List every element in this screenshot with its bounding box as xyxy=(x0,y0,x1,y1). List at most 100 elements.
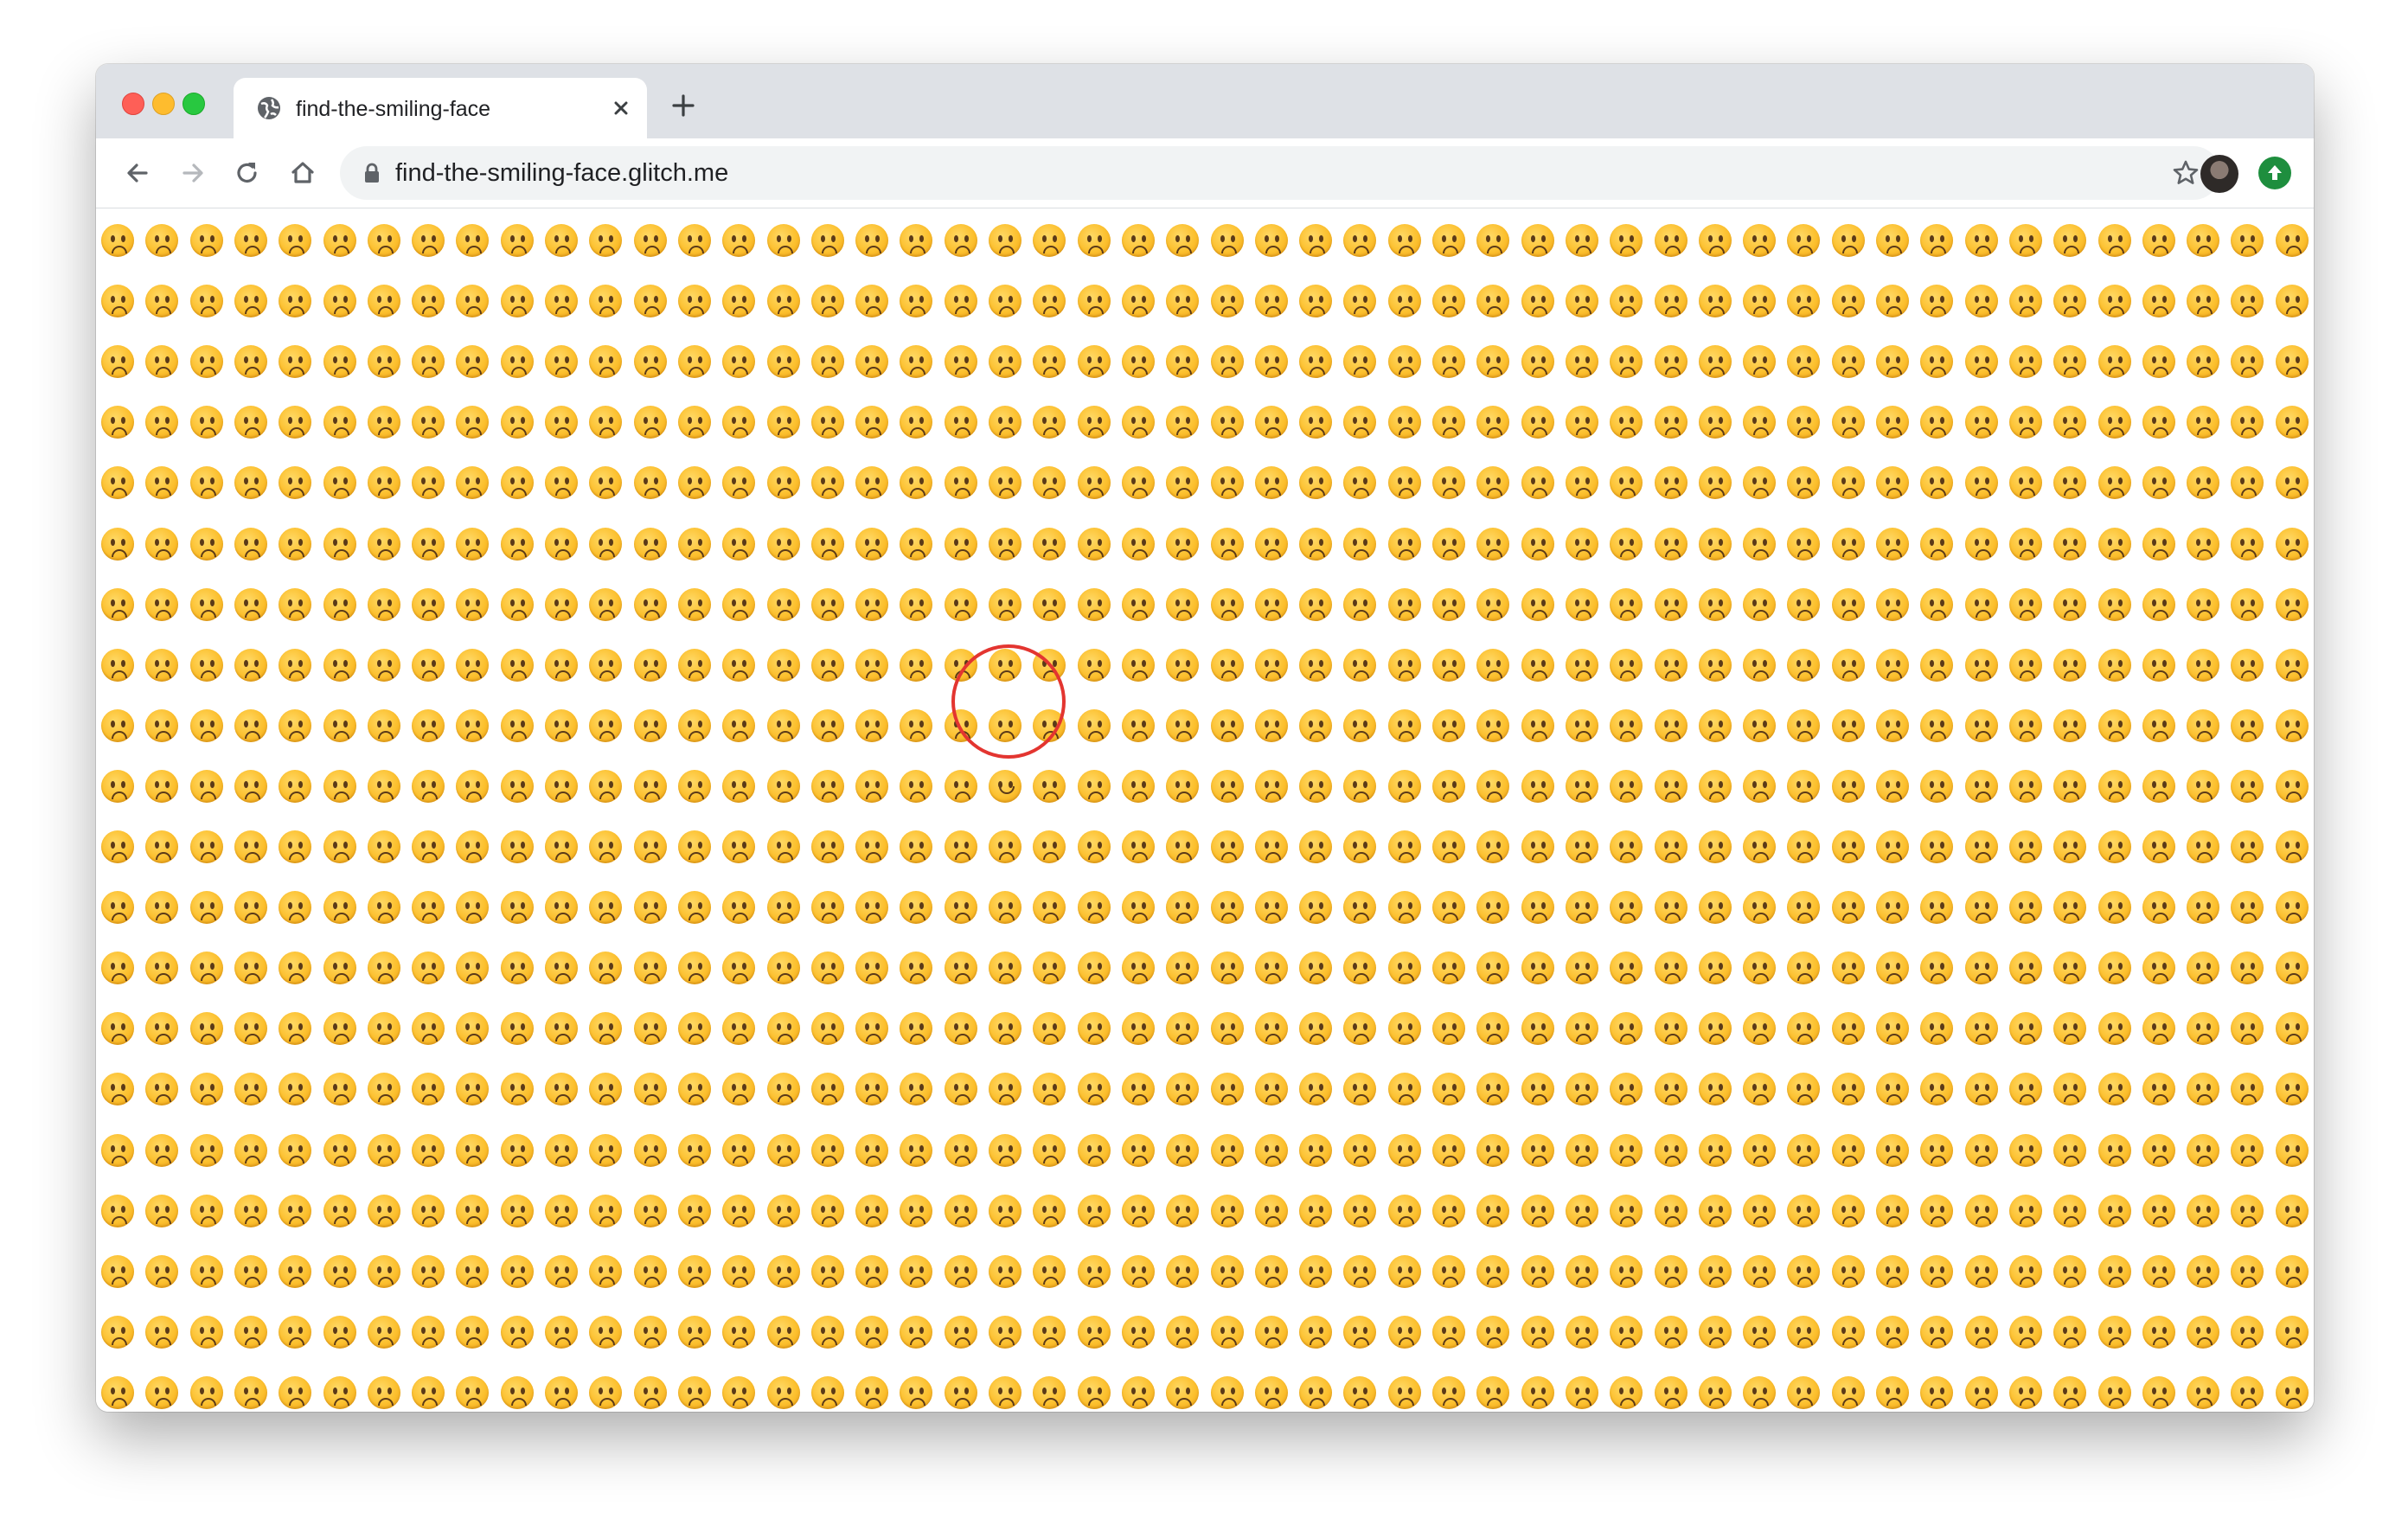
frowning-face-emoji[interactable] xyxy=(412,587,445,621)
frowning-face-emoji[interactable] xyxy=(2187,708,2220,742)
frowning-face-emoji[interactable] xyxy=(1698,406,1732,439)
frowning-face-emoji[interactable] xyxy=(1121,708,1155,742)
frowning-face-emoji[interactable] xyxy=(944,1012,977,1046)
frowning-face-emoji[interactable] xyxy=(367,1133,400,1167)
frowning-face-emoji[interactable] xyxy=(101,406,134,439)
frowning-face-emoji[interactable] xyxy=(1387,830,1421,863)
frowning-face-emoji[interactable] xyxy=(1610,527,1643,561)
frowning-face-emoji[interactable] xyxy=(1964,769,1998,803)
frowning-face-emoji[interactable] xyxy=(2275,527,2309,561)
frowning-face-emoji[interactable] xyxy=(1698,1133,1732,1167)
frowning-face-emoji[interactable] xyxy=(2275,830,2309,863)
frowning-face-emoji[interactable] xyxy=(1387,891,1421,925)
frowning-face-emoji[interactable] xyxy=(1166,224,1200,257)
frowning-face-emoji[interactable] xyxy=(1876,769,1909,803)
frowning-face-emoji[interactable] xyxy=(1299,1194,1333,1227)
frowning-face-emoji[interactable] xyxy=(810,587,844,621)
frowning-face-emoji[interactable] xyxy=(1610,1194,1643,1227)
frowning-face-emoji[interactable] xyxy=(1743,224,1777,257)
frowning-face-emoji[interactable] xyxy=(810,224,844,257)
frowning-face-emoji[interactable] xyxy=(1077,708,1111,742)
frowning-face-emoji[interactable] xyxy=(810,345,844,379)
frowning-face-emoji[interactable] xyxy=(1876,224,1909,257)
frowning-face-emoji[interactable] xyxy=(234,1073,267,1106)
frowning-face-emoji[interactable] xyxy=(1654,587,1688,621)
frowning-face-emoji[interactable] xyxy=(855,769,889,803)
frowning-face-emoji[interactable] xyxy=(189,1073,223,1106)
frowning-face-emoji[interactable] xyxy=(189,285,223,318)
frowning-face-emoji[interactable] xyxy=(1432,891,1465,925)
frowning-face-emoji[interactable] xyxy=(1166,769,1200,803)
frowning-face-emoji[interactable] xyxy=(2187,587,2220,621)
frowning-face-emoji[interactable] xyxy=(1787,224,1821,257)
frowning-face-emoji[interactable] xyxy=(367,769,400,803)
frowning-face-emoji[interactable] xyxy=(633,1375,667,1409)
frowning-face-emoji[interactable] xyxy=(2053,406,2087,439)
frowning-face-emoji[interactable] xyxy=(2275,345,2309,379)
frowning-face-emoji[interactable] xyxy=(2187,1073,2220,1106)
frowning-face-emoji[interactable] xyxy=(989,1375,1021,1409)
frowning-face-emoji[interactable] xyxy=(2053,1012,2087,1046)
frowning-face-emoji[interactable] xyxy=(2053,224,2087,257)
frowning-face-emoji[interactable] xyxy=(1565,1194,1598,1227)
frowning-face-emoji[interactable] xyxy=(677,952,711,985)
frowning-face-emoji[interactable] xyxy=(2053,1133,2087,1167)
frowning-face-emoji[interactable] xyxy=(1787,466,1821,500)
frowning-face-emoji[interactable] xyxy=(1565,587,1598,621)
frowning-face-emoji[interactable] xyxy=(1432,648,1465,682)
frowning-face-emoji[interactable] xyxy=(367,1194,400,1227)
frowning-face-emoji[interactable] xyxy=(1387,769,1421,803)
frowning-face-emoji[interactable] xyxy=(412,708,445,742)
frowning-face-emoji[interactable] xyxy=(1210,285,1244,318)
frowning-face-emoji[interactable] xyxy=(1166,466,1200,500)
frowning-face-emoji[interactable] xyxy=(766,1315,800,1349)
frowning-face-emoji[interactable] xyxy=(1698,224,1732,257)
frowning-face-emoji[interactable] xyxy=(2275,1194,2309,1227)
frowning-face-emoji[interactable] xyxy=(1033,1375,1066,1409)
frowning-face-emoji[interactable] xyxy=(1787,1254,1821,1288)
frowning-face-emoji[interactable] xyxy=(1610,1254,1643,1288)
frowning-face-emoji[interactable] xyxy=(2275,1375,2309,1409)
frowning-face-emoji[interactable] xyxy=(2187,466,2220,500)
frowning-face-emoji[interactable] xyxy=(900,708,933,742)
frowning-face-emoji[interactable] xyxy=(1121,1254,1155,1288)
frowning-face-emoji[interactable] xyxy=(2231,891,2264,925)
frowning-face-emoji[interactable] xyxy=(1787,285,1821,318)
frowning-face-emoji[interactable] xyxy=(766,1254,800,1288)
frowning-face-emoji[interactable] xyxy=(279,769,312,803)
frowning-face-emoji[interactable] xyxy=(722,1375,756,1409)
frowning-face-emoji[interactable] xyxy=(101,708,134,742)
frowning-face-emoji[interactable] xyxy=(2008,708,2042,742)
frowning-face-emoji[interactable] xyxy=(810,1194,844,1227)
frowning-face-emoji[interactable] xyxy=(1299,466,1333,500)
frowning-face-emoji[interactable] xyxy=(456,1012,490,1046)
frowning-face-emoji[interactable] xyxy=(2008,587,2042,621)
frowning-face-emoji[interactable] xyxy=(1964,1073,1998,1106)
frowning-face-emoji[interactable] xyxy=(1343,1133,1377,1167)
frowning-face-emoji[interactable] xyxy=(367,587,400,621)
frowning-face-emoji[interactable] xyxy=(1610,466,1643,500)
frowning-face-emoji[interactable] xyxy=(1210,769,1244,803)
frowning-face-emoji[interactable] xyxy=(766,285,800,318)
frowning-face-emoji[interactable] xyxy=(500,952,534,985)
frowning-face-emoji[interactable] xyxy=(1343,527,1377,561)
frowning-face-emoji[interactable] xyxy=(234,769,267,803)
frowning-face-emoji[interactable] xyxy=(855,708,889,742)
frowning-face-emoji[interactable] xyxy=(989,952,1021,985)
frowning-face-emoji[interactable] xyxy=(1876,406,1909,439)
frowning-face-emoji[interactable] xyxy=(323,1315,356,1349)
frowning-face-emoji[interactable] xyxy=(1521,952,1554,985)
frowning-face-emoji[interactable] xyxy=(589,406,623,439)
frowning-face-emoji[interactable] xyxy=(2187,345,2220,379)
frowning-face-emoji[interactable] xyxy=(1210,406,1244,439)
frowning-face-emoji[interactable] xyxy=(1033,1012,1066,1046)
frowning-face-emoji[interactable] xyxy=(1033,891,1066,925)
frowning-face-emoji[interactable] xyxy=(1610,891,1643,925)
frowning-face-emoji[interactable] xyxy=(2053,527,2087,561)
frowning-face-emoji[interactable] xyxy=(1654,952,1688,985)
frowning-face-emoji[interactable] xyxy=(944,285,977,318)
frowning-face-emoji[interactable] xyxy=(500,769,534,803)
frowning-face-emoji[interactable] xyxy=(1610,1133,1643,1167)
close-icon[interactable] xyxy=(609,96,633,120)
frowning-face-emoji[interactable] xyxy=(500,1012,534,1046)
